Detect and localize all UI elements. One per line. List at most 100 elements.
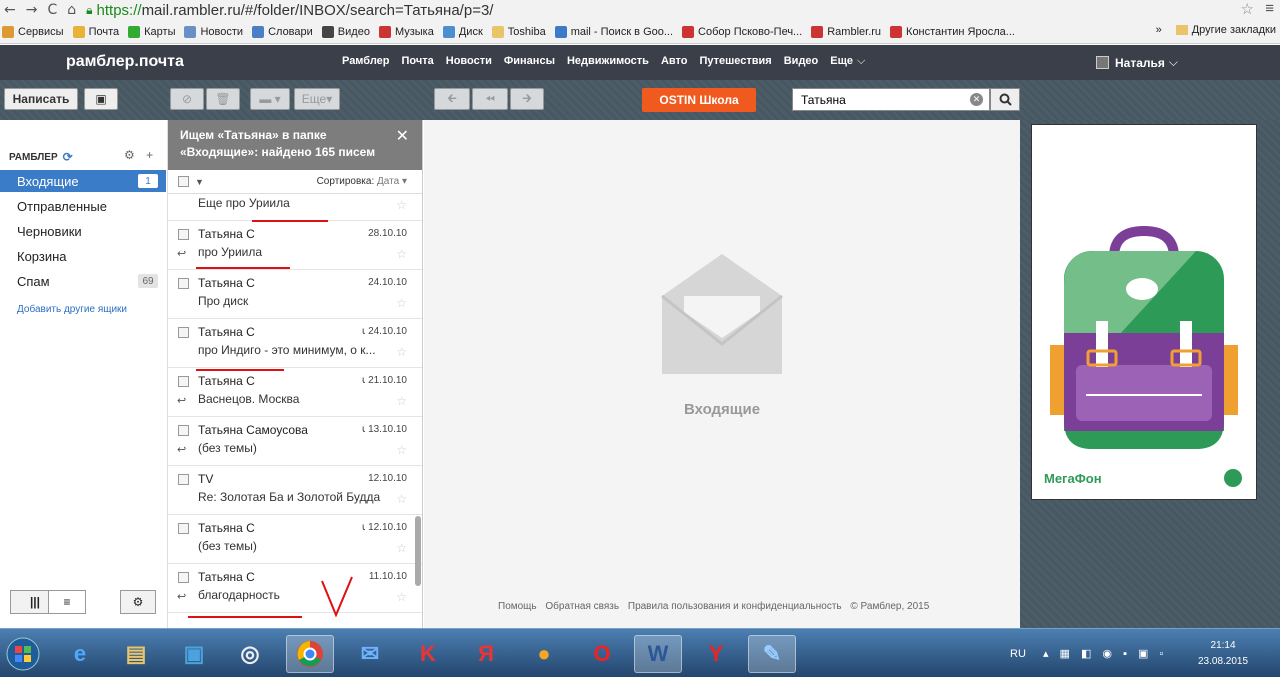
star-icon[interactable]: ☆ bbox=[396, 443, 407, 457]
message-checkbox[interactable] bbox=[178, 327, 189, 338]
compose-button[interactable]: Написать bbox=[4, 88, 78, 110]
bookmark-item[interactable]: Почта bbox=[72, 25, 119, 38]
top-nav-link[interactable]: Авто bbox=[661, 55, 688, 68]
search-button[interactable] bbox=[990, 88, 1020, 111]
bookmark-item[interactable]: Карты bbox=[128, 25, 175, 38]
bookmark-item[interactable]: Toshiba bbox=[491, 25, 546, 38]
media-player-taskbar-icon[interactable]: ▣ bbox=[170, 635, 218, 673]
settings-gear-icon[interactable]: ⚙ bbox=[124, 148, 135, 162]
top-nav-link[interactable]: Недвижимость bbox=[567, 55, 649, 68]
forward-icon[interactable]: → bbox=[26, 2, 38, 18]
star-icon[interactable]: ☆ bbox=[396, 198, 407, 212]
folder-item[interactable]: Спам 69 bbox=[0, 270, 166, 292]
message-row[interactable]: Татьяна С 11.10.10 ↩ благодарность ☆ bbox=[168, 564, 422, 613]
folder-item[interactable]: Входящие 1 bbox=[0, 170, 166, 192]
bookmark-item[interactable]: Музыка bbox=[378, 25, 434, 38]
sort-dropdown[interactable]: Сортировка: Дата ▾ bbox=[317, 176, 407, 187]
folder-item[interactable]: Корзина bbox=[0, 245, 166, 267]
add-other-mailboxes-link[interactable]: Добавить другие ящики bbox=[17, 304, 127, 315]
bookmark-star-icon[interactable]: ☆ bbox=[1241, 0, 1254, 18]
back-icon[interactable]: ← bbox=[4, 2, 16, 18]
bookmark-item[interactable]: Видео bbox=[321, 25, 370, 38]
mail-settings-button[interactable]: ⚙ bbox=[120, 590, 156, 614]
mail-search-input[interactable] bbox=[792, 88, 990, 111]
chrome-taskbar-icon[interactable] bbox=[286, 635, 334, 673]
user-menu[interactable]: Наталья ⌵ bbox=[1096, 55, 1178, 70]
move-button[interactable]: ▬ ▾ bbox=[250, 88, 290, 110]
megafon-ad-banner[interactable]: МегаФон bbox=[1031, 124, 1257, 500]
reply-button[interactable]: 🡰 bbox=[434, 88, 470, 110]
folder-item[interactable]: Черновики bbox=[0, 220, 166, 242]
browser-menu-icon[interactable]: ≡ bbox=[1265, 0, 1274, 17]
add-folder-icon[interactable]: + bbox=[146, 148, 153, 162]
footer-help-link[interactable]: Помощь bbox=[498, 601, 537, 612]
folder-item[interactable]: Отправленные bbox=[0, 195, 166, 217]
refresh-icon[interactable]: ⟳ bbox=[63, 150, 73, 164]
star-icon[interactable]: ☆ bbox=[396, 492, 407, 506]
message-row[interactable]: Татьяна С 28.10.10 ↩ про Уриила ☆ bbox=[168, 221, 422, 270]
list-view-button[interactable]: ≡ bbox=[48, 590, 86, 614]
bookmark-item[interactable]: Rambler.ru bbox=[811, 25, 881, 38]
clear-search-icon[interactable]: ✕ bbox=[970, 93, 983, 106]
message-checkbox[interactable] bbox=[178, 376, 189, 387]
message-row[interactable]: Татьяна С 24.10.10 Про диск ☆ bbox=[168, 270, 422, 319]
url-field[interactable]: https://mail.rambler.ru/#/folder/INBOX/s… bbox=[97, 2, 494, 19]
top-nav-link[interactable]: Новости bbox=[446, 55, 492, 68]
yandex-taskbar-icon[interactable]: Я bbox=[462, 635, 510, 673]
reply-all-button[interactable]: ⏪︎ bbox=[472, 88, 508, 110]
more-button[interactable]: Еще ▾ bbox=[294, 88, 340, 110]
mail-agent-taskbar-icon[interactable]: ● bbox=[520, 635, 568, 673]
top-nav-link[interactable]: Почта bbox=[402, 55, 434, 68]
bookmark-item[interactable]: Собор Псково-Печ... bbox=[682, 25, 802, 38]
star-icon[interactable]: ☆ bbox=[396, 296, 407, 310]
message-row[interactable]: Татьяна С ⍳ 21.10.10 ↩ Васнецов. Москва ☆ bbox=[168, 368, 422, 417]
message-checkbox[interactable] bbox=[178, 278, 189, 289]
chevron-down-icon[interactable]: ▼ bbox=[195, 177, 204, 187]
message-checkbox[interactable] bbox=[178, 229, 189, 240]
message-row[interactable]: Татьяна С ⍳ 24.10.10 про Индиго - это мини… bbox=[168, 319, 422, 368]
contacts-button[interactable]: ▣ bbox=[84, 88, 118, 110]
media-center-taskbar-icon[interactable]: ◎ bbox=[226, 635, 274, 673]
top-nav-link[interactable]: Финансы bbox=[504, 55, 555, 68]
spam-button[interactable]: ⊘ bbox=[170, 88, 204, 110]
top-nav-link[interactable]: Видео bbox=[784, 55, 819, 68]
message-row[interactable]: Татьяна С ⍳ 12.10.10 (без темы) ☆ bbox=[168, 515, 422, 564]
file-explorer-taskbar-icon[interactable]: ▤ bbox=[112, 635, 160, 673]
top-nav-link[interactable]: Путешествия bbox=[699, 55, 771, 68]
message-row[interactable]: Татьяна Самоусова30.10.10Еще про Уриила☆ bbox=[168, 194, 422, 221]
delete-button[interactable]: 🗑︎ bbox=[206, 88, 240, 110]
message-checkbox[interactable] bbox=[178, 474, 189, 485]
opera-taskbar-icon[interactable]: O bbox=[578, 635, 626, 673]
promo-button[interactable]: OSTIN Школа bbox=[642, 88, 756, 112]
message-row[interactable]: TV 12.10.10 Re: Золотая Ба и Золотой Будда… bbox=[168, 466, 422, 515]
bookmark-item[interactable]: Сервисы bbox=[2, 25, 64, 38]
star-icon[interactable]: ☆ bbox=[396, 394, 407, 408]
word-taskbar-icon[interactable]: W bbox=[634, 635, 682, 673]
close-search-icon[interactable]: ✕ bbox=[396, 128, 409, 145]
footer-feedback-link[interactable]: Обратная связь bbox=[545, 601, 619, 612]
star-icon[interactable]: ☆ bbox=[396, 590, 407, 604]
paint-taskbar-icon[interactable]: ✎ bbox=[748, 635, 796, 673]
bookmark-item[interactable]: Диск bbox=[442, 25, 483, 38]
star-icon[interactable]: ☆ bbox=[396, 541, 407, 555]
top-nav-link[interactable]: Еще bbox=[830, 55, 853, 68]
footer-terms-link[interactable]: Правила пользования и конфиденциальность bbox=[628, 601, 842, 612]
star-icon[interactable]: ☆ bbox=[396, 345, 407, 359]
start-button[interactable] bbox=[2, 635, 44, 673]
star-icon[interactable]: ☆ bbox=[396, 247, 407, 261]
bookmark-item[interactable]: Константин Яросла... bbox=[890, 25, 1015, 38]
mail-taskbar-icon[interactable]: ✉ bbox=[346, 635, 394, 673]
taskbar-clock[interactable]: 21:14 23.08.2015 bbox=[1198, 638, 1248, 670]
message-row[interactable]: Татьяна Самоусова ⍳ 13.10.10 ↩ (без темы) ☆ bbox=[168, 417, 422, 466]
kaspersky-taskbar-icon[interactable]: K bbox=[404, 635, 452, 673]
bookmark-item[interactable]: Словари bbox=[252, 25, 313, 38]
bookmark-item[interactable]: mail - Поиск в Goo... bbox=[554, 25, 673, 38]
internet-explorer-taskbar-icon[interactable]: e bbox=[56, 635, 104, 673]
top-nav-link[interactable]: Рамблер bbox=[342, 55, 390, 68]
forward-button[interactable]: 🡲 bbox=[510, 88, 544, 110]
tray-icons[interactable]: ▴ ▦ ◧ ◉ ▪ ▣ ▫ bbox=[1043, 648, 1167, 660]
home-icon[interactable]: ⌂ bbox=[67, 2, 76, 18]
rambler-mail-logo[interactable]: рамблер.почта bbox=[66, 53, 184, 71]
bookmark-item[interactable]: Новости bbox=[184, 25, 243, 38]
language-indicator[interactable]: RU bbox=[1010, 648, 1026, 660]
